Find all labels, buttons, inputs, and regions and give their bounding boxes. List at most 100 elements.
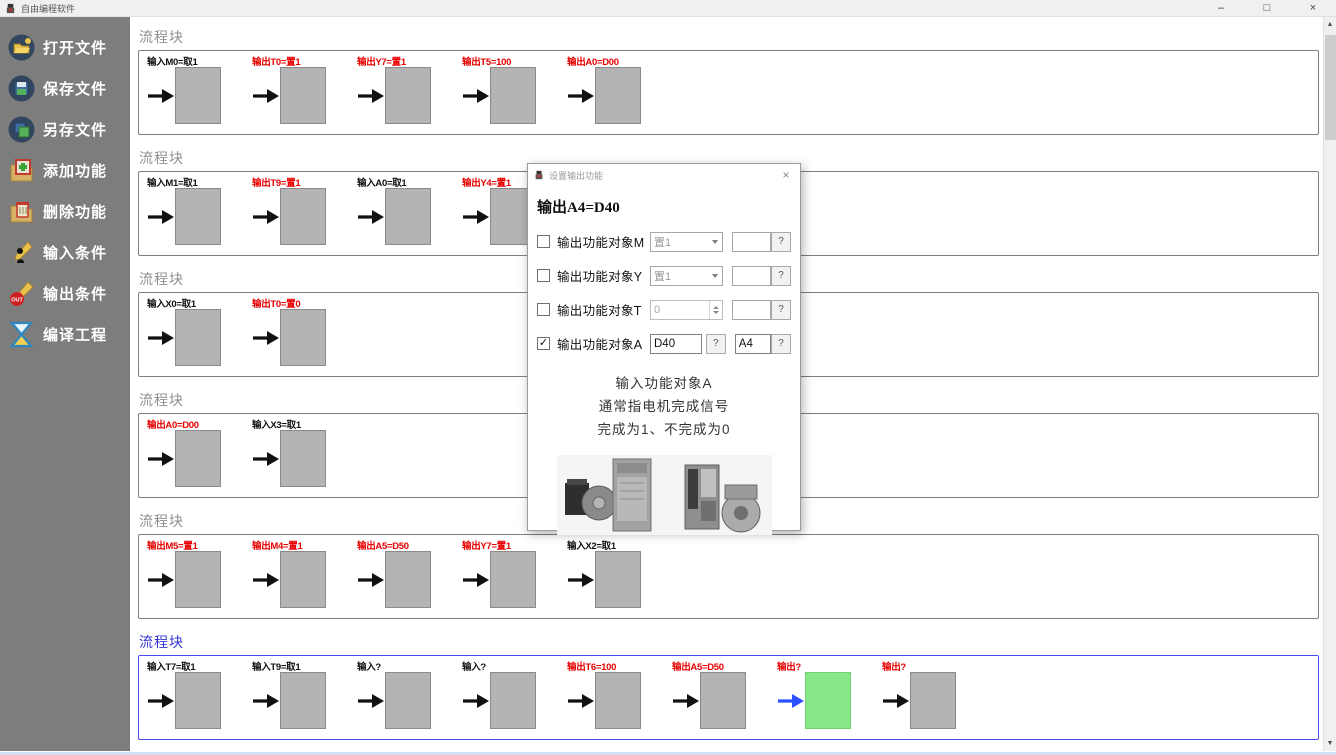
help-button[interactable]: ? xyxy=(706,334,726,354)
sidebar-item-compile-project[interactable]: 编译工程 xyxy=(0,314,130,355)
scrollbar-track[interactable] xyxy=(1324,32,1336,736)
section-box[interactable]: 输入T7=取1输入T9=取1输入?输入?输出T6=100输出A5=D50输出?输… xyxy=(138,655,1319,740)
flow-block[interactable] xyxy=(595,551,641,608)
flow-block[interactable] xyxy=(910,672,956,729)
flow-block[interactable] xyxy=(175,309,221,366)
vertical-scrollbar[interactable]: ▲ ▼ xyxy=(1323,17,1336,751)
flow-unit: 输入A0=取1 xyxy=(357,175,462,245)
checkbox-unchecked[interactable] xyxy=(537,303,550,316)
secondary-input[interactable] xyxy=(732,232,771,252)
flow-block[interactable] xyxy=(175,551,221,608)
scroll-up-icon[interactable]: ▲ xyxy=(1324,17,1336,32)
flow-unit: 输出A5=D50 xyxy=(672,659,777,729)
unit-label: 输入X2=取1 xyxy=(567,538,672,551)
unit-label: 输入A0=取1 xyxy=(357,175,462,188)
number-spinner[interactable]: 0 xyxy=(650,300,723,320)
flow-block[interactable] xyxy=(280,309,326,366)
flow-block[interactable] xyxy=(280,430,326,487)
app-icon xyxy=(5,3,16,14)
flow-block[interactable] xyxy=(385,672,431,729)
set-output-function-dialog: 设置输出功能 × 输出A4=D40 输出功能对象M置1?输出功能对象Y置1?输出… xyxy=(527,163,801,531)
secondary-input[interactable] xyxy=(732,300,771,320)
help-button[interactable]: ? xyxy=(771,300,791,320)
flow-unit: 输出T0=置0 xyxy=(252,296,357,366)
help-button[interactable]: ? xyxy=(771,266,791,286)
section-title: 流程块 xyxy=(139,632,1319,652)
secondary-input[interactable] xyxy=(732,266,771,286)
flow-block[interactable] xyxy=(175,67,221,124)
open-file-icon xyxy=(7,34,35,62)
help-button[interactable]: ? xyxy=(771,232,791,252)
sidebar-item-delete-function[interactable]: 删除功能 xyxy=(0,191,130,232)
flow-unit: 输入X3=取1 xyxy=(252,417,357,487)
chevron-down-icon[interactable] xyxy=(708,233,722,251)
scrollbar-thumb[interactable] xyxy=(1325,35,1336,140)
flow-arrow-icon xyxy=(567,691,595,711)
flow-block[interactable] xyxy=(175,188,221,245)
flow-arrow-icon xyxy=(357,691,385,711)
sidebar-item-label: 打开文件 xyxy=(43,37,107,58)
flow-arrow-icon xyxy=(147,207,175,227)
section-box[interactable]: 输出M5=置1输出M4=置1输出A5=D50输出Y7=置1输入X2=取1 xyxy=(138,534,1319,619)
flow-block[interactable] xyxy=(175,430,221,487)
dialog-close-icon[interactable]: × xyxy=(778,168,794,182)
flow-arrow-icon xyxy=(777,691,805,711)
combo-select[interactable]: 置1 xyxy=(650,266,723,286)
sidebar-item-open-file[interactable]: 打开文件 xyxy=(0,27,130,68)
unit-label: 输入X0=取1 xyxy=(147,296,252,309)
flow-arrow-icon xyxy=(147,449,175,469)
sidebar-item-save-file[interactable]: 保存文件 xyxy=(0,68,130,109)
sidebar-item-label: 另存文件 xyxy=(43,119,107,140)
unit-label: 输入X3=取1 xyxy=(252,417,357,430)
scroll-down-icon[interactable]: ▼ xyxy=(1324,736,1336,751)
chevron-down-icon[interactable] xyxy=(708,267,722,285)
flow-arrow-icon xyxy=(147,691,175,711)
maximize-button[interactable]: □ xyxy=(1244,0,1290,17)
flow-block[interactable] xyxy=(385,188,431,245)
sidebar-item-input-condition[interactable]: 输入条件 xyxy=(0,232,130,273)
flow-block[interactable] xyxy=(280,188,326,245)
flow-block[interactable] xyxy=(280,67,326,124)
flow-unit: 输入? xyxy=(462,659,567,729)
flow-arrow-icon xyxy=(252,449,280,469)
flow-block[interactable] xyxy=(595,672,641,729)
sidebar-item-output-condition[interactable]: OUT输出条件 xyxy=(0,273,130,314)
checkbox-unchecked[interactable] xyxy=(537,235,550,248)
delete-function-icon xyxy=(7,198,35,226)
help-button[interactable]: ? xyxy=(771,334,791,354)
flow-block[interactable] xyxy=(490,672,536,729)
spinner-arrows-icon[interactable] xyxy=(709,301,722,319)
flow-block[interactable] xyxy=(385,551,431,608)
section-box[interactable]: 输入M0=取1输出T0=置1输出Y7=置1输出T5=100输出A0=D00 xyxy=(138,50,1319,135)
flow-block-selected[interactable] xyxy=(805,672,851,729)
checkbox-checked[interactable]: ✓ xyxy=(537,337,550,350)
flow-block[interactable] xyxy=(385,67,431,124)
minimize-button[interactable]: – xyxy=(1198,0,1244,17)
secondary-input[interactable]: A4 xyxy=(735,334,771,354)
dialog-titlebar[interactable]: 设置输出功能 × xyxy=(528,164,800,186)
flow-unit: 输出? xyxy=(777,659,882,729)
sidebar-item-add-function[interactable]: 添加功能 xyxy=(0,150,130,191)
sidebar-item-save-as[interactable]: 另存文件 xyxy=(0,109,130,150)
value-input[interactable]: D40 xyxy=(650,334,702,354)
flow-block[interactable] xyxy=(490,551,536,608)
combo-select[interactable]: 置1 xyxy=(650,232,723,252)
flow-block[interactable] xyxy=(280,672,326,729)
flow-section: 流程块输入M0=取1输出T0=置1输出Y7=置1输出T5=100输出A0=D00 xyxy=(138,27,1319,135)
sidebar-item-label: 删除功能 xyxy=(43,201,107,222)
unit-label: 输出T9=置1 xyxy=(252,175,357,188)
flow-block[interactable] xyxy=(490,67,536,124)
flow-block[interactable] xyxy=(595,67,641,124)
flow-block[interactable] xyxy=(175,672,221,729)
section-title: 流程块 xyxy=(139,27,1319,47)
flow-unit: 输入M0=取1 xyxy=(147,54,252,124)
unit-label: 输出A0=D00 xyxy=(567,54,672,67)
flow-arrow-icon xyxy=(462,570,490,590)
flow-block[interactable] xyxy=(280,551,326,608)
checkbox-unchecked[interactable] xyxy=(537,269,550,282)
flow-unit: 输出M4=置1 xyxy=(252,538,357,608)
flow-section: 流程块输入T7=取1输入T9=取1输入?输入?输出T6=100输出A5=D50输… xyxy=(138,632,1319,740)
flow-unit: 输出A0=D00 xyxy=(147,417,252,487)
close-button[interactable]: × xyxy=(1290,0,1336,17)
flow-block[interactable] xyxy=(700,672,746,729)
